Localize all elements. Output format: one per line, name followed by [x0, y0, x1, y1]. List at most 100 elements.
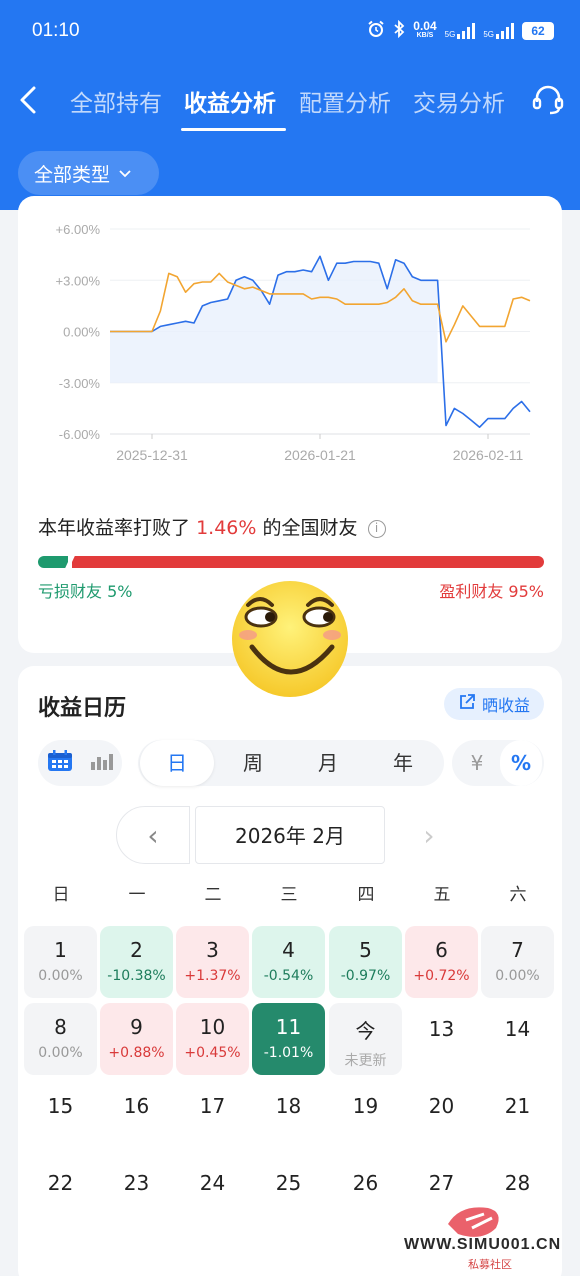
- profit-calendar-card: 收益日历 晒收益 日 周 月 年 ¥ % ‹ 2026年 2月 › 日 一 二 …: [18, 666, 562, 1276]
- unit-yen-option[interactable]: ¥: [456, 740, 498, 786]
- calendar-day-number: 18: [275, 1094, 302, 1118]
- weekday-label: 六: [509, 885, 527, 905]
- calendar-day-cell[interactable]: 21: [481, 1080, 554, 1152]
- unit-percent-option[interactable]: %: [500, 740, 542, 786]
- next-month-button[interactable]: ›: [392, 806, 466, 864]
- calendar-day-cell[interactable]: 17: [176, 1080, 249, 1152]
- series-area-fill: [110, 256, 438, 383]
- customer-service-icon[interactable]: [530, 82, 566, 118]
- calendar-view-icon[interactable]: [47, 750, 73, 776]
- calendar-day-number: 今: [355, 1019, 376, 1043]
- back-icon[interactable]: [14, 80, 44, 120]
- calendar-day-cell[interactable]: 3 +1.37%: [176, 926, 249, 998]
- x-tick-label: 2026-01-21: [284, 447, 356, 463]
- beat-prefix: 本年收益率打败了: [38, 517, 191, 539]
- period-tab-week[interactable]: 周: [218, 740, 288, 786]
- weekday-label: 四: [357, 885, 375, 905]
- calendar-day-cell[interactable]: 8 0.00%: [24, 1003, 97, 1075]
- calendar-day-cell[interactable]: 20: [405, 1080, 478, 1152]
- calendar-day-number: 11: [275, 1015, 302, 1039]
- weekday-label: 日: [52, 885, 70, 905]
- smirk-emoji-sticker: [228, 577, 352, 701]
- y-tick-label: -6.00%: [59, 427, 101, 442]
- info-icon[interactable]: i: [367, 520, 386, 538]
- calendar-day-cell[interactable]: 10 +0.45%: [176, 1003, 249, 1075]
- calendar-day-cell[interactable]: 9 +0.88%: [100, 1003, 173, 1075]
- calendar-day-cell[interactable]: 14: [481, 1003, 554, 1075]
- y-tick-label: 0.00%: [63, 325, 100, 340]
- calendar-day-number: 10: [199, 1015, 226, 1039]
- tab-all-holdings[interactable]: 全部持有: [70, 84, 162, 118]
- weekday-label: 三: [280, 885, 298, 905]
- alarm-icon: [367, 20, 385, 41]
- tab-trade-analysis[interactable]: 交易分析: [413, 84, 505, 118]
- calendar-day-number: 22: [47, 1171, 74, 1195]
- status-bar: 01:10 0.04 KB/S 5G 5G 62: [0, 0, 580, 62]
- calendar-day-number: 13: [428, 1017, 455, 1041]
- calendar-day-cell[interactable]: 24: [176, 1157, 249, 1229]
- period-tab-year[interactable]: 年: [368, 740, 438, 786]
- calendar-day-number: 24: [199, 1171, 226, 1195]
- calendar-day-cell[interactable]: 2 -10.38%: [100, 926, 173, 998]
- calendar-day-cell[interactable]: 今未更新: [329, 1003, 402, 1075]
- signal-icon-1: 5G: [445, 22, 476, 39]
- calendar-day-number: 28: [504, 1171, 531, 1195]
- tab-profit-analysis[interactable]: 收益分析: [184, 84, 276, 118]
- calendar-day-cell[interactable]: 7 0.00%: [481, 926, 554, 998]
- weekday-label: 五: [433, 885, 451, 905]
- calendar-day-number: 23: [123, 1171, 150, 1195]
- calendar-day-value: 未更新: [344, 1053, 387, 1069]
- calendar-day-number: 16: [123, 1094, 150, 1118]
- win-ratio-label: 盈利财友 95%: [439, 582, 544, 601]
- bar-chart-view-icon[interactable]: [90, 752, 114, 774]
- calendar-day-number: 5: [359, 938, 372, 962]
- calendar-day-cell[interactable]: 4 -0.54%: [252, 926, 325, 998]
- status-icons: 0.04 KB/S 5G 5G 62: [367, 20, 554, 41]
- calendar-day-number: 3: [206, 938, 219, 962]
- calendar-day-number: 14: [504, 1017, 531, 1041]
- bluetooth-icon: [393, 19, 405, 41]
- calendar-day-cell[interactable]: 11 -1.01%: [252, 1003, 325, 1075]
- calendar-day-cell[interactable]: 22: [24, 1157, 97, 1229]
- month-label[interactable]: 2026年 2月: [195, 806, 385, 864]
- battery-icon: 62: [522, 21, 554, 40]
- weekday-label: 一: [128, 885, 146, 905]
- tab-allocation-analysis[interactable]: 配置分析: [299, 84, 391, 118]
- calendar-day-number: 8: [54, 1015, 67, 1039]
- win-ratio-segment: [72, 556, 544, 568]
- calendar-day-value: +0.88%: [108, 1045, 165, 1061]
- calendar-toolbar: 日 周 月 年 ¥ %: [18, 740, 562, 788]
- prev-month-button[interactable]: ‹: [116, 806, 190, 864]
- calendar-day-cell[interactable]: 15: [24, 1080, 97, 1152]
- calendar-day-cell[interactable]: 18: [252, 1080, 325, 1152]
- calendar-day-cell[interactable]: 25: [252, 1157, 325, 1229]
- calendar-day-number: 19: [352, 1094, 379, 1118]
- calendar-day-cell[interactable]: 16: [100, 1080, 173, 1152]
- calendar-day-number: 9: [130, 1015, 143, 1039]
- period-tab-day[interactable]: 日: [140, 740, 214, 786]
- beat-suffix: 的全国财友: [262, 517, 358, 539]
- calendar-day-cell[interactable]: 23: [100, 1157, 173, 1229]
- type-filter-label: 全部类型: [34, 163, 111, 186]
- y-tick-label: -3.00%: [59, 376, 101, 391]
- type-filter-dropdown[interactable]: 全部类型: [18, 151, 159, 195]
- x-tick-label: 2025-12-31: [116, 447, 188, 463]
- calendar-day-value: 0.00%: [38, 1045, 83, 1061]
- loss-ratio-label: 亏损财友 5%: [38, 582, 133, 601]
- calendar-day-number: 20: [428, 1094, 455, 1118]
- calendar-day-cell[interactable]: 5 -0.97%: [329, 926, 402, 998]
- calendar-day-value: -0.97%: [340, 968, 391, 984]
- calendar-day-number: 4: [282, 938, 295, 962]
- calendar-day-value: -1.01%: [263, 1045, 314, 1061]
- share-profit-button[interactable]: 晒收益: [444, 688, 544, 720]
- calendar-day-number: 21: [504, 1094, 531, 1118]
- beat-ranking-text: 本年收益率打败了 1.46% 的全国财友 i: [38, 513, 386, 540]
- watermark-sub: 私募社区: [468, 1258, 512, 1271]
- calendar-day-cell[interactable]: 19: [329, 1080, 402, 1152]
- calendar-day-value: +0.72%: [413, 968, 470, 984]
- chevron-down-icon: [118, 162, 132, 184]
- calendar-day-cell[interactable]: 6 +0.72%: [405, 926, 478, 998]
- calendar-day-cell[interactable]: 1 0.00%: [24, 926, 97, 998]
- calendar-day-cell[interactable]: 13: [405, 1003, 478, 1075]
- period-tab-month[interactable]: 月: [293, 740, 363, 786]
